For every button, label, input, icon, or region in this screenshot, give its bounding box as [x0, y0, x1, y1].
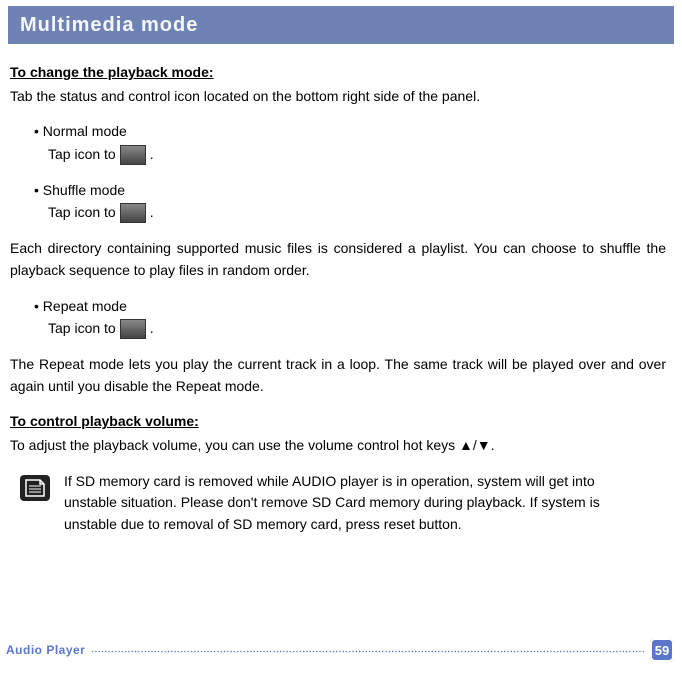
footer-label: Audio Player — [6, 643, 85, 657]
intro-para: Tab the status and control icon located … — [10, 86, 666, 108]
page-title: Multimedia mode — [20, 14, 198, 37]
repeat-tap-pre: Tap icon to — [48, 318, 116, 340]
shuffle-para: Each directory containing supported musi… — [10, 238, 666, 281]
normal-tap-post: . — [150, 144, 154, 166]
repeat-para: The Repeat mode lets you play the curren… — [10, 354, 666, 397]
page-number-badge: 59 — [650, 638, 674, 662]
normal-label: Normal mode — [43, 123, 127, 139]
repeat-tap-post: . — [150, 318, 154, 340]
shuffle-label: Shuffle mode — [43, 182, 125, 198]
note-text: If SD memory card is removed while AUDIO… — [64, 471, 648, 536]
title-bar: Multimedia mode — [8, 6, 674, 44]
repeat-label: Repeat mode — [43, 298, 127, 314]
footer: Audio Player 59 — [0, 638, 682, 662]
shuffle-tap-pre: Tap icon to — [48, 202, 116, 224]
heading-volume: To control playback volume: — [10, 411, 666, 433]
bullet-shuffle: • Shuffle mode Tap icon to . — [34, 180, 666, 224]
shuffle-tap-post: . — [150, 202, 154, 224]
content-area: To change the playback mode: Tab the sta… — [0, 44, 682, 536]
footer-dots — [91, 644, 644, 656]
heading-change-mode: To change the playback mode: — [10, 62, 666, 84]
note-row: If SD memory card is removed while AUDIO… — [20, 471, 666, 536]
volume-para: To adjust the playback volume, you can u… — [10, 435, 666, 457]
bullet-repeat: • Repeat mode Tap icon to . — [34, 296, 666, 340]
normal-mode-icon — [120, 145, 146, 165]
bullet-normal: • Normal mode Tap icon to . — [34, 121, 666, 165]
note-icon — [20, 471, 52, 536]
shuffle-mode-icon — [120, 203, 146, 223]
normal-tap-pre: Tap icon to — [48, 144, 116, 166]
repeat-mode-icon — [120, 319, 146, 339]
